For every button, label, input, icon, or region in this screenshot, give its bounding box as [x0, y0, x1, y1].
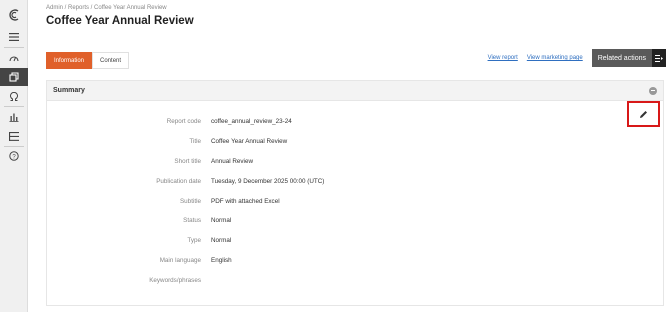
field-label: Status [183, 217, 201, 224]
omega-icon[interactable] [0, 88, 28, 106]
field-label: Title [189, 138, 201, 145]
field-value: Annual Review [211, 158, 254, 165]
field-row: Keywords/phrases [47, 275, 607, 287]
related-actions-button[interactable]: Related actions [591, 49, 652, 67]
breadcrumb[interactable]: Admin / Reports / Coffee Year Annual Rev… [46, 5, 167, 11]
field-value: English [211, 257, 232, 264]
related-actions-menu-icon[interactable] [652, 49, 666, 67]
sidebar: ? [0, 0, 28, 312]
edit-button[interactable] [627, 101, 660, 127]
field-value: Normal [211, 237, 232, 244]
field-value: coffee_annual_review_23-24 [211, 118, 292, 125]
tab-information[interactable]: Information [46, 52, 93, 69]
field-label: Report code [166, 118, 201, 125]
menu-icon[interactable] [0, 28, 28, 46]
main-content: Admin / Reports / Coffee Year Annual Rev… [28, 0, 670, 312]
help-icon[interactable]: ? [0, 147, 28, 165]
field-row: Status Normal [47, 215, 607, 227]
sidebar-divider [4, 106, 24, 107]
field-row: Subtitle PDF with attached Excel [47, 196, 607, 208]
view-report-link[interactable]: View report [488, 55, 518, 61]
summary-title: Summary [53, 87, 85, 94]
field-label: Main language [159, 257, 201, 264]
field-value: Coffee Year Annual Review [211, 138, 288, 145]
field-row: Short title Annual Review [47, 156, 607, 168]
list-icon[interactable] [0, 127, 28, 145]
tab-bar: Information Content [46, 52, 130, 69]
field-label: Keywords/phrases [149, 277, 201, 284]
summary-header[interactable]: Summary [47, 81, 663, 101]
collapse-icon[interactable] [649, 86, 657, 95]
pencil-icon [640, 110, 647, 118]
field-row: Report code coffee_annual_review_23-24 [47, 116, 607, 128]
page-title: Coffee Year Annual Review [46, 15, 194, 27]
header-actions: View report View marketing page Related … [488, 49, 670, 67]
field-label: Type [187, 237, 201, 244]
field-label: Publication date [156, 178, 201, 185]
tab-content[interactable]: Content [92, 52, 130, 69]
dashboard-icon[interactable] [0, 49, 28, 67]
field-row: Publication date Tuesday, 9 December 202… [47, 176, 607, 188]
chart-icon[interactable] [0, 108, 28, 126]
field-label: Short title [174, 158, 201, 165]
field-value: Normal [211, 217, 232, 224]
logo-icon[interactable] [0, 4, 28, 26]
reports-icon[interactable] [0, 68, 28, 86]
field-row: Title Coffee Year Annual Review [47, 136, 607, 148]
sidebar-divider [4, 47, 24, 48]
field-row: Type Normal [47, 235, 607, 247]
field-label: Subtitle [179, 198, 201, 205]
field-value: Tuesday, 9 December 2025 00:00 (UTC) [211, 178, 325, 185]
field-row: Main language English [47, 255, 607, 267]
summary-panel: Summary Report code coffee_annual_review… [46, 80, 664, 306]
field-value: PDF with attached Excel [211, 198, 280, 205]
view-marketing-page-link[interactable]: View marketing page [527, 55, 583, 61]
